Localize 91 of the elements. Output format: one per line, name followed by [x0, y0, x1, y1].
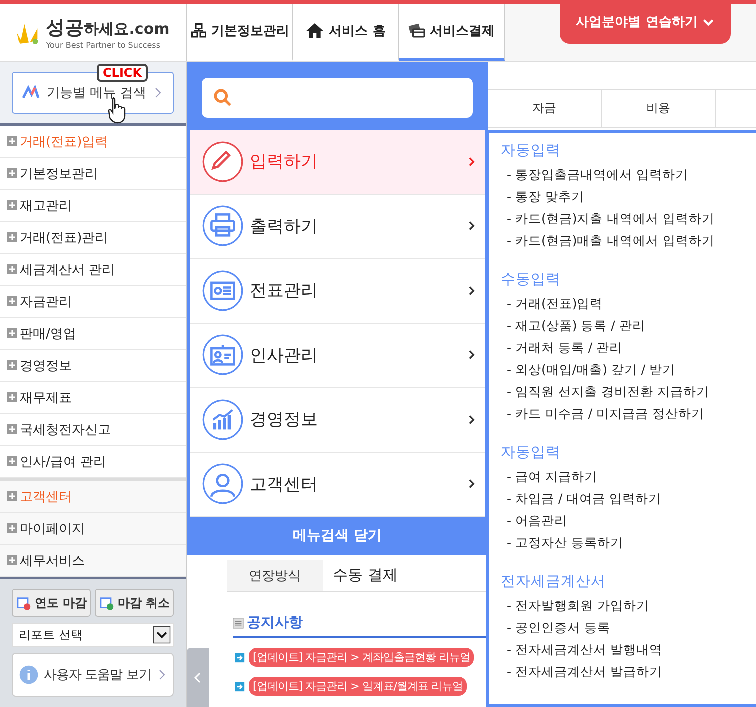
submenu-link[interactable]: - 급여 지급하기: [501, 466, 744, 488]
expand-icon: [7, 555, 18, 566]
expand-icon: [7, 424, 18, 435]
list-icon: [233, 618, 244, 628]
menu-category[interactable]: 경영정보: [190, 388, 485, 452]
collapse-handle[interactable]: [187, 648, 209, 707]
chevron-right-icon: [467, 350, 477, 360]
help-button[interactable]: 사용자 도움말 보기: [12, 653, 174, 697]
info-value: 수동 결제: [332, 565, 398, 586]
sidebar-item[interactable]: 재무제표: [0, 382, 186, 414]
arrow-box-icon: [235, 682, 245, 692]
expand-icon: [7, 136, 18, 147]
expand-icon: [7, 491, 18, 502]
sidebar-item[interactable]: 경영정보: [0, 350, 186, 382]
submenu-link[interactable]: - 전자세금계산서 발급하기: [501, 661, 744, 683]
logo[interactable]: 성공하세요.com Your Best Partner to Success: [0, 4, 187, 61]
bar-chart-icon: [202, 398, 244, 441]
notice-title: 공지사항: [247, 614, 303, 632]
submenu-link[interactable]: - 임직원 선지출 경비전환 지급하기: [501, 381, 744, 403]
sidebar-item[interactable]: 국세청전자신고: [0, 414, 186, 446]
expand-icon: [7, 264, 18, 275]
expand-icon: [7, 168, 18, 179]
submenu-link[interactable]: - 카드(현금)지출 내역에서 입력하기: [501, 208, 744, 230]
expand-icon: [7, 232, 18, 243]
category-tab[interactable]: 비용: [602, 90, 716, 127]
sidebar-item[interactable]: 마이페이지: [0, 513, 186, 545]
submenu-link[interactable]: - 카드(현금)매출 내역에서 입력하기: [501, 230, 744, 252]
report-select[interactable]: 리포트 선택: [12, 623, 174, 647]
chevron-right-icon: [467, 286, 477, 296]
submenu-link[interactable]: - 전자발행회원 가입하기: [501, 595, 744, 617]
search-field[interactable]: [202, 78, 473, 118]
menu-category[interactable]: 전표관리: [190, 259, 485, 324]
sidebar-item[interactable]: 재고관리: [0, 190, 186, 222]
submenu-link[interactable]: - 거래처 등록 / 관리: [501, 337, 744, 359]
year-close-button[interactable]: 마감 취소: [95, 589, 174, 617]
sidebar-item[interactable]: 거래(전표)관리: [0, 222, 186, 254]
submenu-link[interactable]: - 고정자산 등록하기: [501, 532, 744, 554]
chevron-right-icon: [467, 156, 477, 167]
nav-tab[interactable]: 기본정보관리: [187, 4, 293, 61]
submenu-link[interactable]: - 거래(전표)입력: [501, 293, 744, 315]
nav-tab[interactable]: 서비스 홈: [293, 4, 399, 61]
menu-category[interactable]: 고객센터: [190, 452, 485, 517]
submenu-link[interactable]: - 카드 미수금 / 미지급금 정산하기: [501, 403, 744, 425]
chevron-right-icon: [467, 479, 477, 490]
printer-icon: [202, 205, 244, 248]
logo-tagline: Your Best Partner to Success: [46, 41, 162, 50]
menu-category[interactable]: 입력하기: [190, 130, 485, 194]
sidebar-item[interactable]: 판매/영업: [0, 318, 186, 350]
expand-icon: [7, 200, 18, 211]
menu-category[interactable]: 출력하기: [190, 194, 485, 259]
chevron-right-icon: [467, 414, 477, 425]
submenu-heading: 자동입력: [501, 142, 562, 160]
expand-icon: [7, 456, 18, 467]
expand-icon: [7, 523, 18, 534]
slip-icon: [202, 270, 244, 312]
year-close-button[interactable]: 연도 마감: [12, 589, 91, 617]
nav-tab[interactable]: 서비스결제: [399, 4, 505, 61]
submenu-link[interactable]: - 통장 맞추기: [501, 186, 744, 208]
info-icon: [19, 665, 39, 685]
arrow-box-icon: [235, 652, 245, 662]
menu-category[interactable]: 인사관리: [190, 324, 485, 388]
submenu-link[interactable]: - 차입금 / 대여금 입력하기: [501, 488, 744, 510]
submenu-heading: 자동입력: [501, 444, 562, 462]
pencil-icon: [202, 140, 244, 183]
submenu-link[interactable]: - 재고(상품) 등록 / 관리: [501, 315, 744, 337]
expand-icon: [7, 328, 18, 339]
id-card-icon: [202, 334, 244, 376]
expand-icon: [7, 392, 18, 403]
sidebar-item[interactable]: 자금관리: [0, 286, 186, 318]
submenu-heading: 수동입력: [501, 271, 562, 289]
sidebar-item[interactable]: 세금계산서 관리: [0, 254, 186, 286]
info-label: 연장방식: [227, 560, 323, 591]
submenu-link[interactable]: - 공인인증서 등록: [501, 617, 744, 639]
chevron-right-icon: [467, 221, 477, 232]
expand-icon: [7, 296, 18, 307]
person-icon: [202, 463, 244, 506]
logo-text: 성공하세요.com: [46, 16, 170, 41]
submenu-link[interactable]: - 통장입출금내역에서 입력하기: [501, 164, 744, 186]
org-chart-icon: [190, 22, 208, 40]
home-icon: [305, 21, 326, 41]
submenu-heading: 전자세금계산서: [501, 573, 607, 591]
submenu-link[interactable]: - 전자세금계산서 발행내역: [501, 639, 744, 661]
search-icon: [212, 87, 234, 109]
submenu-link[interactable]: - 외상(매입/매출) 갚기 / 받기: [501, 359, 744, 381]
expand-icon: [7, 360, 18, 371]
submenu-link[interactable]: - 어음관리: [501, 510, 744, 532]
sidebar-item[interactable]: 기본정보관리: [0, 158, 186, 190]
calendar-icon: [98, 595, 115, 611]
credit-card-icon: [408, 22, 426, 40]
click-callout: CLICK: [97, 64, 148, 82]
calendar-icon: [16, 595, 32, 611]
